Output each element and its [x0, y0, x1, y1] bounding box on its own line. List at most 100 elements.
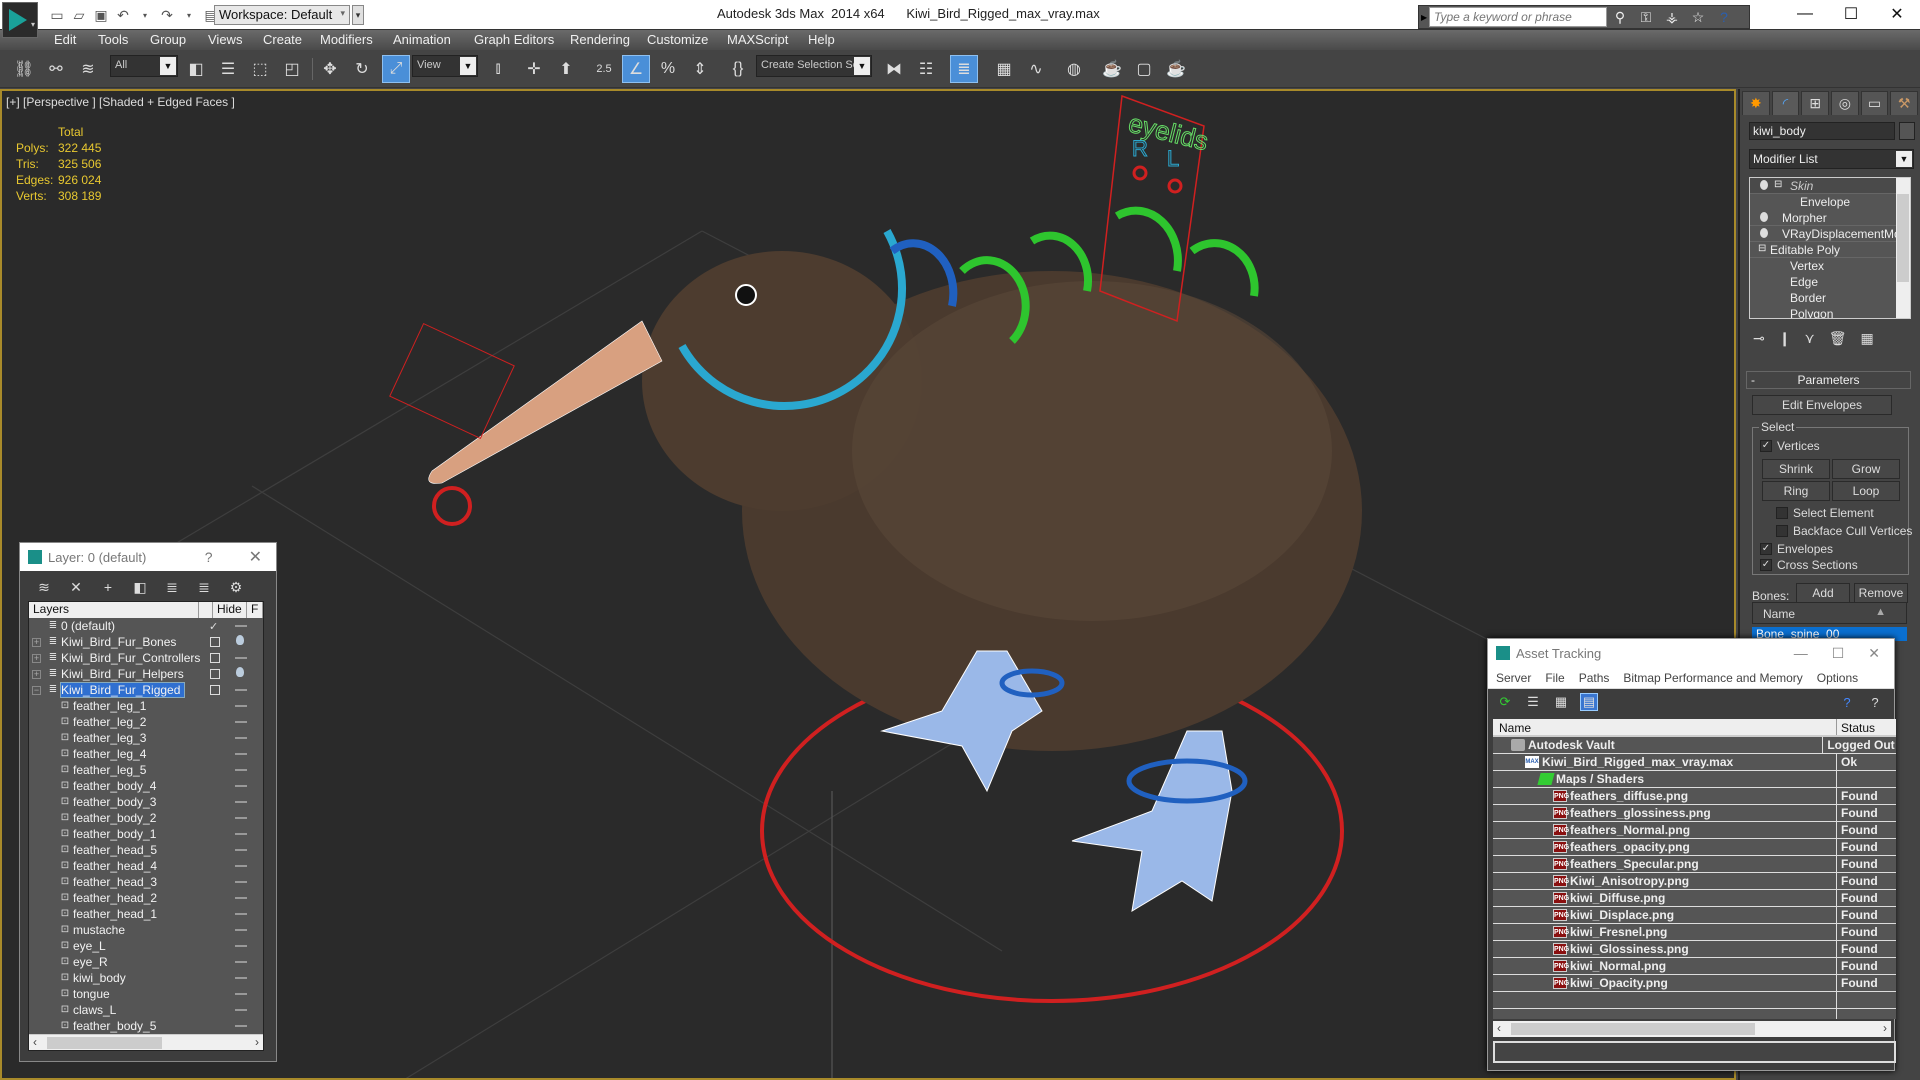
modifier-item[interactable]: VRayDisplacementMod: [1750, 226, 1910, 242]
angle-snap-icon[interactable]: ∠: [622, 55, 650, 83]
hide-toggle[interactable]: [235, 929, 247, 931]
layer-row[interactable]: ⊡ feather_body_4: [29, 778, 263, 794]
redo-dropdown-icon[interactable]: ▾: [180, 6, 198, 24]
menu-rendering[interactable]: Rendering: [570, 32, 630, 47]
collapse-icon[interactable]: ⊟: [1774, 179, 1782, 190]
hide-toggle[interactable]: [235, 753, 247, 755]
render-production-icon[interactable]: ☕: [1162, 55, 1190, 83]
layer-row[interactable]: + ≣ Kiwi_Bird_Fur_Bones: [29, 634, 263, 650]
bones-list-header[interactable]: Name ▲: [1752, 602, 1907, 624]
help-icon[interactable]: ?: [1711, 9, 1737, 25]
hide-toggle[interactable]: [235, 897, 247, 899]
scale-icon[interactable]: ⤢: [382, 55, 410, 83]
star-icon[interactable]: ☆: [1685, 9, 1711, 26]
snaps-toggle[interactable]: 2.5: [590, 55, 618, 83]
horizontal-scrollbar[interactable]: ‹ ›: [1493, 1021, 1891, 1037]
minimize-button[interactable]: —: [1794, 645, 1808, 662]
layer-row[interactable]: ⊡ feather_leg_3: [29, 730, 263, 746]
key-icon[interactable]: ⚿: [1633, 9, 1659, 26]
sub-object-level[interactable]: Border: [1750, 290, 1910, 306]
asset-row[interactable]: PNG kiwi_Normal.png Found: [1493, 958, 1896, 975]
motion-tab-icon[interactable]: ◎: [1831, 91, 1859, 115]
modifier-enabled-icon[interactable]: [1760, 212, 1768, 222]
expand-icon[interactable]: +: [32, 637, 41, 647]
undo-dropdown-icon[interactable]: ▾: [136, 6, 154, 24]
select-in-layer-icon[interactable]: ◧: [130, 577, 150, 597]
modifier-list-dropdown[interactable]: Modifier List ▼: [1749, 149, 1914, 169]
modifier-item[interactable]: Morpher: [1750, 210, 1910, 226]
asset-table[interactable]: Name Status Autodesk Vault Logged Out MAX K…: [1493, 719, 1896, 1019]
hide-all-layers-icon[interactable]: ≣: [194, 577, 214, 597]
selection-filter-dropdown[interactable]: All ▼: [110, 55, 178, 77]
table-view-icon[interactable]: ▤: [1580, 693, 1598, 711]
asset-row[interactable]: PNG Kiwi_Anisotropy.png Found: [1493, 873, 1896, 890]
maximize-button[interactable]: ☐: [1832, 645, 1845, 662]
workspace-dropdown[interactable]: Workspace: Default ▾: [214, 5, 350, 25]
remove-bone-button[interactable]: Remove: [1854, 583, 1908, 603]
hide-toggle[interactable]: [235, 801, 247, 803]
move-icon[interactable]: ✥: [316, 55, 344, 83]
expand-icon[interactable]: +: [32, 653, 41, 663]
modifier-stack[interactable]: ⊟ Skin Envelope Morpher VRayDisplacementMod ⊟…: [1749, 177, 1911, 319]
layer-row[interactable]: ⊡ feather_leg_4: [29, 746, 263, 762]
context-help-icon[interactable]: ?: [1866, 693, 1884, 711]
asset-row[interactable]: PNG kiwi_Displace.png Found: [1493, 907, 1896, 924]
select-object-icon[interactable]: ◧: [182, 55, 210, 83]
menu-group[interactable]: Group: [150, 32, 186, 47]
column-status[interactable]: Status: [1837, 719, 1879, 735]
object-name-field[interactable]: kiwi_body: [1749, 122, 1895, 140]
vault-help-icon[interactable]: ?: [1838, 693, 1856, 711]
layer-row[interactable]: ≣ 0 (default) ✓: [29, 618, 263, 634]
search-input[interactable]: [1429, 7, 1607, 27]
ring-button[interactable]: Ring: [1762, 481, 1830, 501]
layer-row[interactable]: ⊡ feather_head_1: [29, 906, 263, 922]
asset-row[interactable]: MAX Kiwi_Bird_Rigged_max_vray.max Ok: [1493, 754, 1896, 771]
modifier-enabled-icon[interactable]: [1760, 180, 1768, 190]
layer-row[interactable]: ⊡ feather_body_3: [29, 794, 263, 810]
hide-toggle[interactable]: [235, 769, 247, 771]
named-selection-dropdown[interactable]: Create Selection Se ▼: [756, 55, 872, 77]
bind-space-warp-icon[interactable]: ≋: [74, 55, 102, 83]
asset-row[interactable]: PNG feathers_Specular.png Found: [1493, 856, 1896, 873]
vertical-scrollbar[interactable]: [1896, 178, 1910, 318]
loop-button[interactable]: Loop: [1832, 481, 1900, 501]
select-element-checkbox[interactable]: Select Element: [1776, 506, 1874, 520]
asset-row[interactable]: PNG kiwi_Diffuse.png Found: [1493, 890, 1896, 907]
align-icon[interactable]: ☷: [912, 55, 940, 83]
create-tab-icon[interactable]: ✸: [1742, 91, 1770, 115]
horizontal-scrollbar[interactable]: ‹ ›: [29, 1034, 263, 1050]
asset-row[interactable]: PNG feathers_glossiness.png Found: [1493, 805, 1896, 822]
binoculars-icon[interactable]: ⚲: [1607, 9, 1633, 26]
menu-file[interactable]: File: [1545, 671, 1564, 685]
modifier-item[interactable]: ⊟ Editable Poly: [1750, 242, 1910, 258]
viewport-label-menu[interactable]: [+] [Perspective ] [Shaded + Edged Faces…: [6, 95, 235, 109]
asset-row[interactable]: PNG kiwi_Fresnel.png Found: [1493, 924, 1896, 941]
menu-tools[interactable]: Tools: [98, 32, 128, 47]
collapse-icon[interactable]: −: [32, 685, 41, 695]
hide-toggle[interactable]: [235, 817, 247, 819]
set-current-checkbox[interactable]: [210, 685, 220, 695]
hide-toggle[interactable]: [235, 913, 247, 915]
menu-graph-editors[interactable]: Graph Editors: [474, 32, 554, 47]
configure-modifier-sets-icon[interactable]: ▦: [1861, 330, 1874, 347]
parameters-rollout-header[interactable]: - Parameters: [1746, 371, 1911, 389]
hide-toggle[interactable]: [235, 705, 247, 707]
layer-row[interactable]: ⊡ feather_head_5: [29, 842, 263, 858]
hide-toggle[interactable]: [235, 993, 247, 995]
layer-manager-icon[interactable]: ≣: [950, 55, 978, 83]
menu-options[interactable]: Options: [1817, 671, 1858, 685]
asset-row[interactable]: Autodesk Vault Logged Out: [1493, 737, 1896, 754]
rotate-icon[interactable]: ↻: [348, 55, 376, 83]
show-end-result-icon[interactable]: ❙: [1779, 330, 1791, 347]
layer-row[interactable]: ⊡ feather_head_2: [29, 890, 263, 906]
hide-toggle[interactable]: [235, 657, 247, 659]
keyboard-shortcut-override-icon[interactable]: ⬆: [552, 55, 580, 83]
link-icon[interactable]: ⛓: [10, 55, 38, 83]
add-to-layer-icon[interactable]: +: [98, 577, 118, 597]
pin-stack-icon[interactable]: ⊸: [1753, 330, 1765, 347]
layer-row[interactable]: ⊡ tongue: [29, 986, 263, 1002]
hide-toggle[interactable]: [235, 945, 247, 947]
material-editor-icon[interactable]: ◍: [1060, 55, 1088, 83]
layer-properties-icon[interactable]: ⚙: [226, 577, 246, 597]
render-setup-icon[interactable]: ☕: [1098, 55, 1126, 83]
